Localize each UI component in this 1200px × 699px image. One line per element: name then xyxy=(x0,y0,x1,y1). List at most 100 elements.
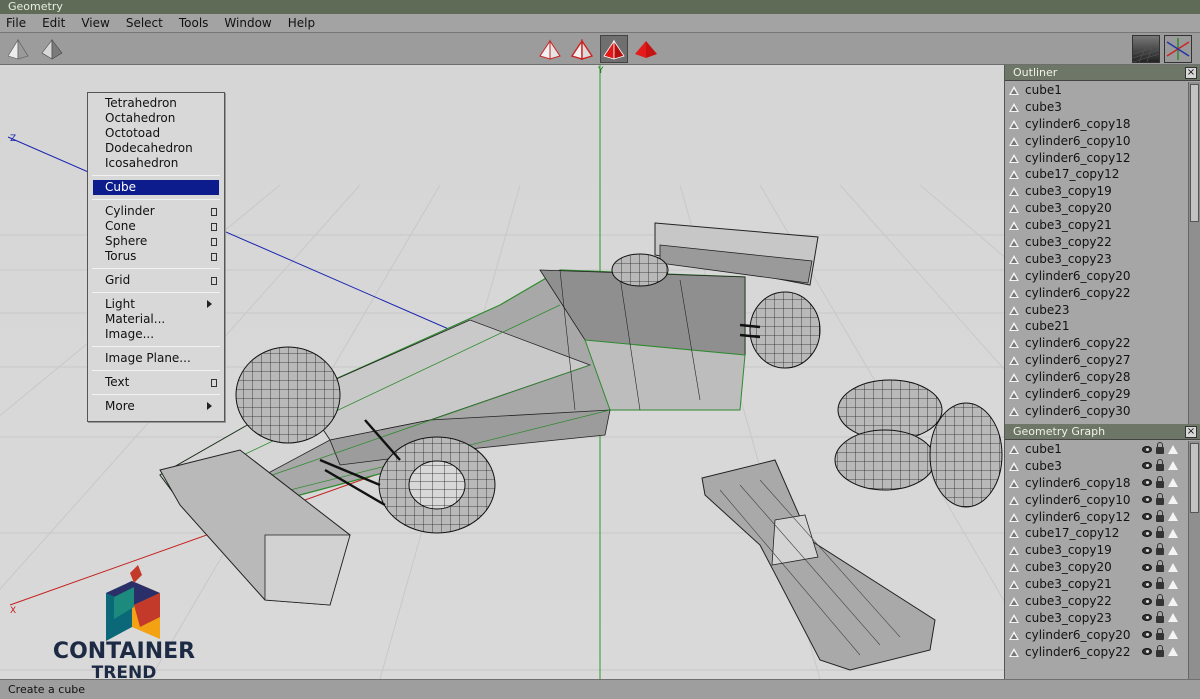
visibility-eye-icon[interactable] xyxy=(1142,648,1152,656)
outliner-scroll-thumb[interactable] xyxy=(1190,84,1199,222)
render-mode-icon[interactable] xyxy=(1168,545,1178,555)
outliner-row[interactable]: cylinder6_copy30 xyxy=(1005,403,1188,420)
menu-torus[interactable]: Torus xyxy=(88,249,224,264)
visibility-eye-icon[interactable] xyxy=(1142,462,1152,470)
visibility-eye-icon[interactable] xyxy=(1142,631,1152,639)
outliner-row[interactable]: cylinder6_copy18 xyxy=(1005,116,1188,133)
menu-view[interactable]: View xyxy=(73,14,117,33)
render-mode-icon[interactable] xyxy=(1168,562,1178,572)
visibility-eye-icon[interactable] xyxy=(1142,513,1152,521)
menu-more[interactable]: More xyxy=(88,399,224,414)
outliner-row[interactable]: cylinder6_copy28 xyxy=(1005,369,1188,386)
outliner-row[interactable]: cylinder6_copy22 xyxy=(1005,335,1188,352)
render-mode-icon[interactable] xyxy=(1168,478,1178,488)
visibility-eye-icon[interactable] xyxy=(1142,445,1152,453)
menu-image-plane[interactable]: Image Plane... xyxy=(88,351,224,366)
lock-icon[interactable] xyxy=(1156,526,1164,539)
geometry-graph-row[interactable]: cube1 xyxy=(1005,441,1188,458)
menu-icosahedron[interactable]: Icosahedron xyxy=(88,156,224,171)
menu-cone[interactable]: Cone xyxy=(88,219,224,234)
pyramid-solid-icon[interactable] xyxy=(4,35,32,63)
render-mode-icon[interactable] xyxy=(1168,630,1178,640)
geometry-graph-row[interactable]: cube17_copy12 xyxy=(1005,525,1188,542)
geometry-graph-row[interactable]: cube3_copy23 xyxy=(1005,610,1188,627)
visibility-eye-icon[interactable] xyxy=(1142,546,1152,554)
pyramid-full-red-icon[interactable] xyxy=(632,35,660,63)
menu-material[interactable]: Material... xyxy=(88,312,224,327)
render-mode-icon[interactable] xyxy=(1168,613,1178,623)
lock-icon[interactable] xyxy=(1156,627,1164,640)
geometry-graph-row[interactable]: cube3_copy19 xyxy=(1005,542,1188,559)
visibility-eye-icon[interactable] xyxy=(1142,496,1152,504)
option-box-icon[interactable] xyxy=(211,253,217,261)
menu-light[interactable]: Light xyxy=(88,297,224,312)
menu-cylinder[interactable]: Cylinder xyxy=(88,204,224,219)
geometry-graph-scroll-thumb[interactable] xyxy=(1190,443,1199,513)
render-mode-icon[interactable] xyxy=(1168,596,1178,606)
pyramid-solid-red-icon[interactable] xyxy=(600,35,628,63)
render-mode-icon[interactable] xyxy=(1168,461,1178,471)
visibility-eye-icon[interactable] xyxy=(1142,597,1152,605)
geometry-graph-row[interactable]: cube3_copy22 xyxy=(1005,593,1188,610)
outliner-row[interactable]: cube3_copy22 xyxy=(1005,234,1188,251)
render-mode-icon[interactable] xyxy=(1168,528,1178,538)
option-box-icon[interactable] xyxy=(211,379,217,387)
outliner-row[interactable]: cylinder6_copy12 xyxy=(1005,150,1188,167)
menu-sphere[interactable]: Sphere xyxy=(88,234,224,249)
option-box-icon[interactable] xyxy=(211,277,217,285)
lock-icon[interactable] xyxy=(1156,594,1164,607)
close-icon[interactable]: × xyxy=(1185,67,1197,79)
lock-icon[interactable] xyxy=(1156,475,1164,488)
lock-icon[interactable] xyxy=(1156,442,1164,454)
option-box-icon[interactable] xyxy=(211,223,217,231)
lock-icon[interactable] xyxy=(1156,560,1164,573)
menu-edit[interactable]: Edit xyxy=(34,14,73,33)
geometry-graph-row[interactable]: cube3_copy21 xyxy=(1005,576,1188,593)
geometry-graph-row[interactable]: cylinder6_copy10 xyxy=(1005,492,1188,509)
outliner-row[interactable]: cube3 xyxy=(1005,99,1188,116)
render-mode-icon[interactable] xyxy=(1168,512,1178,522)
geometry-graph-row[interactable]: cylinder6_copy22 xyxy=(1005,644,1188,661)
lock-icon[interactable] xyxy=(1156,543,1164,556)
menu-tetrahedron[interactable]: Tetrahedron xyxy=(88,96,224,111)
pyramid-shaded-icon[interactable] xyxy=(38,35,66,63)
outliner-row[interactable]: cylinder6_copy27 xyxy=(1005,352,1188,369)
render-mode-icon[interactable] xyxy=(1168,495,1178,505)
3d-viewport[interactable]: Y Z X CONTAINER TREND Tetrahedron Octahe… xyxy=(0,65,1004,679)
menu-tools[interactable]: Tools xyxy=(171,14,217,33)
outliner-row[interactable]: cube23 xyxy=(1005,302,1188,319)
geometry-graph-scrollbar[interactable] xyxy=(1188,441,1200,679)
outliner-row[interactable]: cube3_copy23 xyxy=(1005,251,1188,268)
geometry-graph-row[interactable]: cylinder6_copy18 xyxy=(1005,475,1188,492)
menu-octahedron[interactable]: Octahedron xyxy=(88,111,224,126)
menu-file[interactable]: File xyxy=(0,14,34,33)
visibility-eye-icon[interactable] xyxy=(1142,563,1152,571)
outliner-row[interactable]: cylinder6_copy20 xyxy=(1005,268,1188,285)
geometry-graph-row[interactable]: cylinder6_copy12 xyxy=(1005,509,1188,526)
menu-octotoad[interactable]: Octotoad xyxy=(88,126,224,141)
render-mode-icon[interactable] xyxy=(1168,579,1178,589)
axes-view-icon[interactable] xyxy=(1164,35,1192,63)
pyramid-flat-red-icon[interactable] xyxy=(568,35,596,63)
menu-grid[interactable]: Grid xyxy=(88,273,224,288)
geometry-graph-row[interactable]: cube3 xyxy=(1005,458,1188,475)
outliner-scrollbar[interactable] xyxy=(1188,82,1200,424)
lock-icon[interactable] xyxy=(1156,610,1164,623)
outliner-row[interactable]: cylinder6_copy10 xyxy=(1005,133,1188,150)
outliner-row[interactable]: cylinder6_copy29 xyxy=(1005,386,1188,403)
outliner-row[interactable]: cylinder6_copy22 xyxy=(1005,285,1188,302)
menu-text[interactable]: Text xyxy=(88,375,224,390)
geometry-graph-row[interactable]: cube3_copy20 xyxy=(1005,559,1188,576)
outliner-row[interactable]: cube3_copy20 xyxy=(1005,200,1188,217)
close-icon[interactable]: × xyxy=(1185,426,1197,438)
lock-icon[interactable] xyxy=(1156,492,1164,505)
option-box-icon[interactable] xyxy=(211,208,217,216)
outliner-row[interactable]: cube21 xyxy=(1005,318,1188,335)
visibility-eye-icon[interactable] xyxy=(1142,529,1152,537)
menu-help[interactable]: Help xyxy=(280,14,323,33)
outliner-row[interactable]: cube17_copy12 xyxy=(1005,166,1188,183)
render-mode-icon[interactable] xyxy=(1168,444,1178,454)
outliner-row[interactable]: cube1 xyxy=(1005,82,1188,99)
menu-image[interactable]: Image... xyxy=(88,327,224,342)
lock-icon[interactable] xyxy=(1156,509,1164,522)
